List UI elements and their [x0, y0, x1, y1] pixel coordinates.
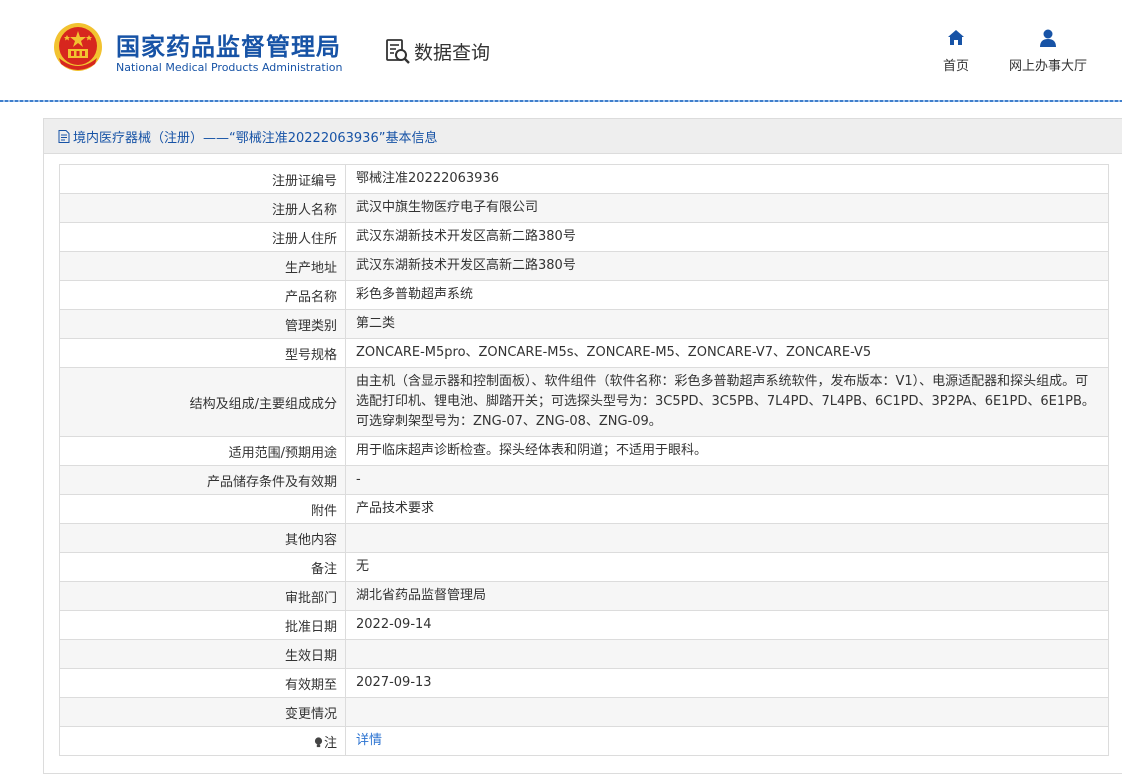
table-row: 附件 产品技术要求 [59, 494, 1109, 524]
row-value: 武汉中旗生物医疗电子有限公司 [345, 193, 1109, 223]
row-value: 2027-09-13 [345, 668, 1109, 698]
brand-title-en[interactable]: National Medical Products Administration [116, 61, 342, 74]
row-value [345, 639, 1109, 669]
table-row: 变更情况 [59, 697, 1109, 727]
panel-title: 境内医疗器械（注册）——“鄂械注准20222063936”基本信息 [44, 119, 1122, 154]
row-label: 适用范围/预期用途 [59, 436, 346, 466]
row-value: 湖北省药品监督管理局 [345, 581, 1109, 611]
table-row: 备注 无 [59, 552, 1109, 582]
table-row: 注册证编号 鄂械注准20222063936 [59, 164, 1109, 194]
row-label: 变更情况 [59, 697, 346, 727]
table-row: 其他内容 [59, 523, 1109, 553]
row-label: 注册证编号 [59, 164, 346, 194]
nav-home-label: 首页 [942, 59, 969, 74]
user-icon [1040, 29, 1056, 47]
table-row: 型号规格 ZONCARE-M5pro、ZONCARE-M5s、ZONCARE-M… [59, 338, 1109, 368]
lightbulb-icon [314, 736, 323, 747]
row-label: 其他内容 [59, 523, 346, 553]
table-row: 批准日期 2022-09-14 [59, 610, 1109, 640]
row-label: 产品储存条件及有效期 [59, 465, 346, 495]
document-icon [58, 129, 70, 143]
row-label: 产品名称 [59, 280, 346, 310]
nav-online-service-hall[interactable]: 网上办事大厅 [1004, 28, 1092, 74]
row-label: 结构及组成/主要组成成分 [59, 367, 346, 437]
data-query-heading: 数据查询 [384, 36, 490, 66]
header-divider [0, 100, 1122, 102]
row-value: 产品技术要求 [345, 494, 1109, 524]
row-label: 生效日期 [59, 639, 346, 669]
row-label: 管理类别 [59, 309, 346, 339]
table-row: 产品储存条件及有效期 - [59, 465, 1109, 495]
row-value: - [345, 465, 1109, 495]
row-value: 由主机（含显示器和控制面板）、软件组件（软件名称：彩色多普勒超声系统软件，发布版… [345, 367, 1109, 437]
row-label: 备注 [59, 552, 346, 582]
row-label: 注册人名称 [59, 193, 346, 223]
row-value: 第二类 [345, 309, 1109, 339]
document-search-icon [386, 39, 410, 64]
brand-title-cn[interactable]: 国家药品监督管理局 [116, 27, 341, 62]
table-row: 产品名称 彩色多普勒超声系统 [59, 280, 1109, 310]
table-row: 注册人住所 武汉东湖新技术开发区高新二路380号 [59, 222, 1109, 252]
table-row: 审批部门 湖北省药品监督管理局 [59, 581, 1109, 611]
row-value: 鄂械注准20222063936 [345, 164, 1109, 194]
row-label: 有效期至 [59, 668, 346, 698]
row-label: 审批部门 [59, 581, 346, 611]
row-value [345, 523, 1109, 553]
row-value: ZONCARE-M5pro、ZONCARE-M5s、ZONCARE-M5、ZON… [345, 338, 1109, 368]
registration-info-table: 注册证编号 鄂械注准20222063936 注册人名称 武汉中旗生物医疗电子有限… [59, 164, 1109, 756]
row-value: 用于临床超声诊断检查。探头经体表和阴道；不适用于眼科。 [345, 436, 1109, 466]
row-label: 型号规格 [59, 338, 346, 368]
row-value: 详情 [345, 726, 1109, 756]
row-label: 附件 [59, 494, 346, 524]
row-label: 批准日期 [59, 610, 346, 640]
table-row: 生效日期 [59, 639, 1109, 669]
table-row: 适用范围/预期用途 用于临床超声诊断检查。探头经体表和阴道；不适用于眼科。 [59, 436, 1109, 466]
table-row: 注册人名称 武汉中旗生物医疗电子有限公司 [59, 193, 1109, 223]
details-link[interactable]: 详情 [356, 733, 382, 748]
table-row: 管理类别 第二类 [59, 309, 1109, 339]
table-row: 有效期至 2027-09-13 [59, 668, 1109, 698]
detail-panel: 境内医疗器械（注册）——“鄂械注准20222063936”基本信息 注册证编号 … [43, 118, 1122, 774]
site-header: 国家药品监督管理局 National Medical Products Admi… [0, 0, 1122, 100]
note-row-label: 注 [59, 726, 346, 756]
home-icon [948, 30, 964, 45]
row-value: 武汉东湖新技术开发区高新二路380号 [345, 222, 1109, 252]
row-value: 武汉东湖新技术开发区高新二路380号 [345, 251, 1109, 281]
nav-home[interactable]: 首页 [938, 28, 974, 74]
note-label: 注 [323, 735, 337, 751]
table-row: 结构及组成/主要组成成分 由主机（含显示器和控制面板）、软件组件（软件名称：彩色… [59, 367, 1109, 437]
row-value: 无 [345, 552, 1109, 582]
panel-title-text: 境内医疗器械（注册）——“鄂械注准20222063936”基本信息 [73, 130, 438, 146]
row-value: 彩色多普勒超声系统 [345, 280, 1109, 310]
data-query-label: 数据查询 [414, 41, 491, 64]
row-value: 2022-09-14 [345, 610, 1109, 640]
national-emblem-icon [54, 23, 102, 71]
row-value [345, 697, 1109, 727]
row-label: 生产地址 [59, 251, 346, 281]
row-label: 注册人住所 [59, 222, 346, 252]
table-row: 生产地址 武汉东湖新技术开发区高新二路380号 [59, 251, 1109, 281]
table-row: 注 详情 [59, 726, 1109, 756]
nav-hall-label: 网上办事大厅 [1008, 59, 1087, 74]
